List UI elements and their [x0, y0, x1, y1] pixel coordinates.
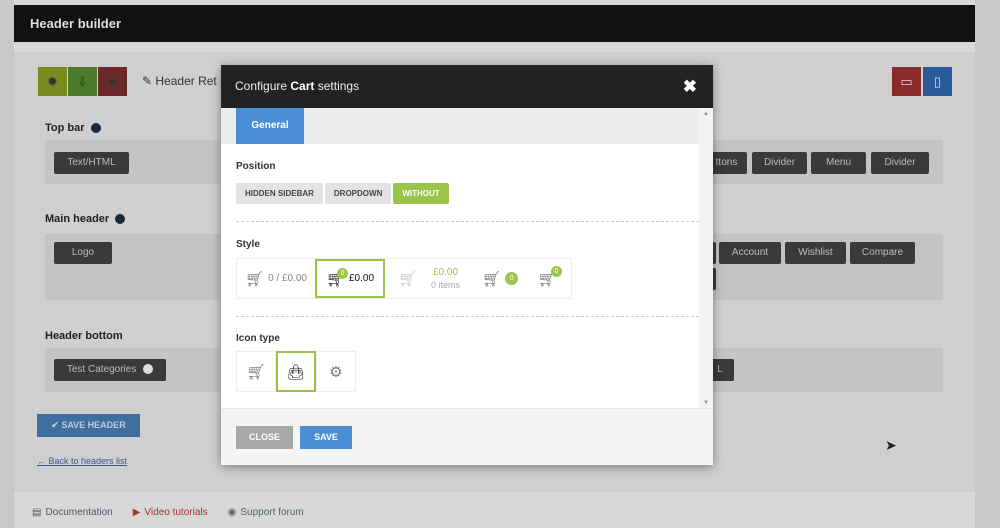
gear-icon: ⚙ — [329, 363, 343, 381]
cart-icon: 🛒︎ — [397, 270, 418, 288]
modal-body: General ▲ ▼ Position HIDDEN SIDEBAR DROP… — [221, 108, 713, 408]
cart-count-badge: 0 — [505, 272, 519, 285]
block-wishlist[interactable]: Wishlist — [785, 242, 846, 264]
icon-type-custom[interactable]: ⚙ — [316, 351, 356, 392]
style-option-1[interactable]: 🛒︎ 0 / £0.00 — [237, 259, 315, 298]
block-account[interactable]: Account — [719, 242, 781, 264]
style-label: Style — [236, 239, 260, 250]
mouse-cursor-icon: ➤ — [885, 437, 897, 453]
divider — [236, 221, 699, 222]
video-label: Video tutorials — [144, 507, 208, 518]
block-logo[interactable]: Logo — [54, 242, 112, 264]
documentation-link[interactable]: ▤ Documentation — [32, 507, 113, 518]
video-icon: ▶ — [132, 507, 141, 518]
position-button-group: HIDDEN SIDEBAR DROPDOWN WITHOUT — [236, 183, 449, 204]
modal-tabs: General — [221, 108, 713, 144]
style-option-2[interactable]: 🛒︎ 0 £0.00 — [315, 259, 385, 298]
save-button[interactable]: SAVE — [300, 426, 352, 449]
style-options: 🛒︎ 0 / £0.00 🛒︎ 0 £0.00 🛒︎ £0.00 0 items 🛒︎ 0 … — [236, 258, 572, 299]
globe-icon: ◉ — [227, 507, 237, 518]
page-title: Header builder — [14, 5, 975, 42]
section-top-bar-label: Top bar — [45, 122, 101, 134]
documentation-label: Documentation — [45, 507, 113, 518]
icon-type-bag[interactable]: 👜︎ — [276, 351, 316, 392]
modal-title-bold: Cart — [290, 79, 315, 93]
style-option-1-text: 0 / £0.00 — [268, 273, 307, 284]
block-test-categories[interactable]: Test Categories — [54, 359, 166, 381]
star-icon[interactable]: ★ — [98, 67, 127, 96]
cart-count-badge: 0 — [551, 266, 562, 277]
back-to-headers-link[interactable]: ← Back to headers list — [37, 456, 127, 466]
toggle-dot-icon[interactable] — [143, 364, 154, 375]
video-tutorials-link[interactable]: ▶ Video tutorials — [133, 507, 208, 518]
desktop-icon[interactable]: ▭ — [892, 67, 921, 96]
shopping-bag-icon: 👜︎ — [286, 363, 306, 381]
cart-icon: 🛒︎ — [246, 363, 266, 381]
tab-general[interactable]: General — [236, 108, 304, 144]
header-name-field[interactable]: ✎ Header Ret — [142, 74, 217, 88]
cart-count-badge: 0 — [337, 268, 348, 279]
block-compare[interactable]: Compare — [850, 242, 915, 264]
block-divider[interactable]: Divider — [752, 152, 807, 174]
style-option-3-price: £0.00 — [433, 266, 459, 278]
forum-label: Support forum — [240, 507, 304, 518]
cart-settings-modal: Configure Cart settings ✖ General ▲ ▼ Po… — [221, 65, 713, 465]
icon-type-label: Icon type — [236, 333, 280, 344]
divider — [236, 316, 699, 317]
block-test-categories-label: Test Categories — [66, 364, 137, 375]
icon-type-options: 🛒︎ 👜︎ ⚙ — [236, 351, 356, 392]
style-option-5[interactable]: 🛒︎ 0 — [527, 259, 571, 298]
style-option-3[interactable]: 🛒︎ £0.00 0 items — [385, 259, 473, 298]
modal-title-suffix: settings — [314, 79, 360, 93]
support-forum-link[interactable]: ◉ Support forum — [228, 507, 304, 518]
block-divider-2[interactable]: Divider — [871, 152, 929, 174]
save-header-label: SAVE HEADER — [61, 420, 126, 430]
modal-title-prefix: Configure — [235, 79, 291, 93]
save-header-button[interactable]: ✔ SAVE HEADER — [37, 414, 140, 437]
style-option-4[interactable]: 🛒︎ 0 — [473, 259, 527, 298]
info-dot-icon[interactable] — [115, 214, 126, 225]
mobile-icon[interactable]: ▯ — [923, 67, 952, 96]
download-icon[interactable]: ⇩ — [68, 67, 97, 96]
section-header-bottom-label: Header bottom — [45, 330, 123, 342]
modal-header: Configure Cart settings ✖ — [221, 65, 713, 108]
gear-icon[interactable]: ✹ — [38, 67, 67, 96]
position-dropdown-button[interactable]: DROPDOWN — [324, 183, 392, 204]
position-label: Position — [236, 161, 276, 172]
scroll-up-icon[interactable]: ▲ — [703, 111, 709, 117]
close-button[interactable]: CLOSE — [236, 426, 293, 449]
style-option-2-text: £0.00 — [349, 273, 375, 284]
position-without-button[interactable]: WITHOUT — [393, 183, 449, 204]
scroll-down-icon[interactable]: ▼ — [703, 400, 709, 406]
footer-links: ▤ Documentation ▶ Video tutorials ◉ Support… — [32, 507, 304, 518]
header-name-text: Header Ret — [155, 74, 217, 88]
block-menu[interactable]: Menu — [811, 152, 866, 174]
block-text-html[interactable]: Text/HTML — [54, 152, 129, 174]
section-main-header-label: Main header — [45, 213, 126, 225]
close-icon[interactable]: ✖ — [683, 65, 697, 108]
document-icon: ▤ — [32, 507, 42, 518]
style-option-3-items: 0 items — [431, 279, 461, 290]
modal-scrollbar[interactable]: ▲ ▼ — [699, 108, 713, 408]
cart-icon: 🛒︎ — [245, 270, 265, 288]
cart-icon: 🛒︎ — [481, 270, 502, 288]
icon-type-cart[interactable]: 🛒︎ — [236, 351, 276, 392]
modal-footer: CLOSE SAVE — [221, 408, 713, 465]
position-hidden-sidebar-button[interactable]: HIDDEN SIDEBAR — [236, 183, 323, 204]
info-dot-icon[interactable] — [90, 123, 101, 134]
